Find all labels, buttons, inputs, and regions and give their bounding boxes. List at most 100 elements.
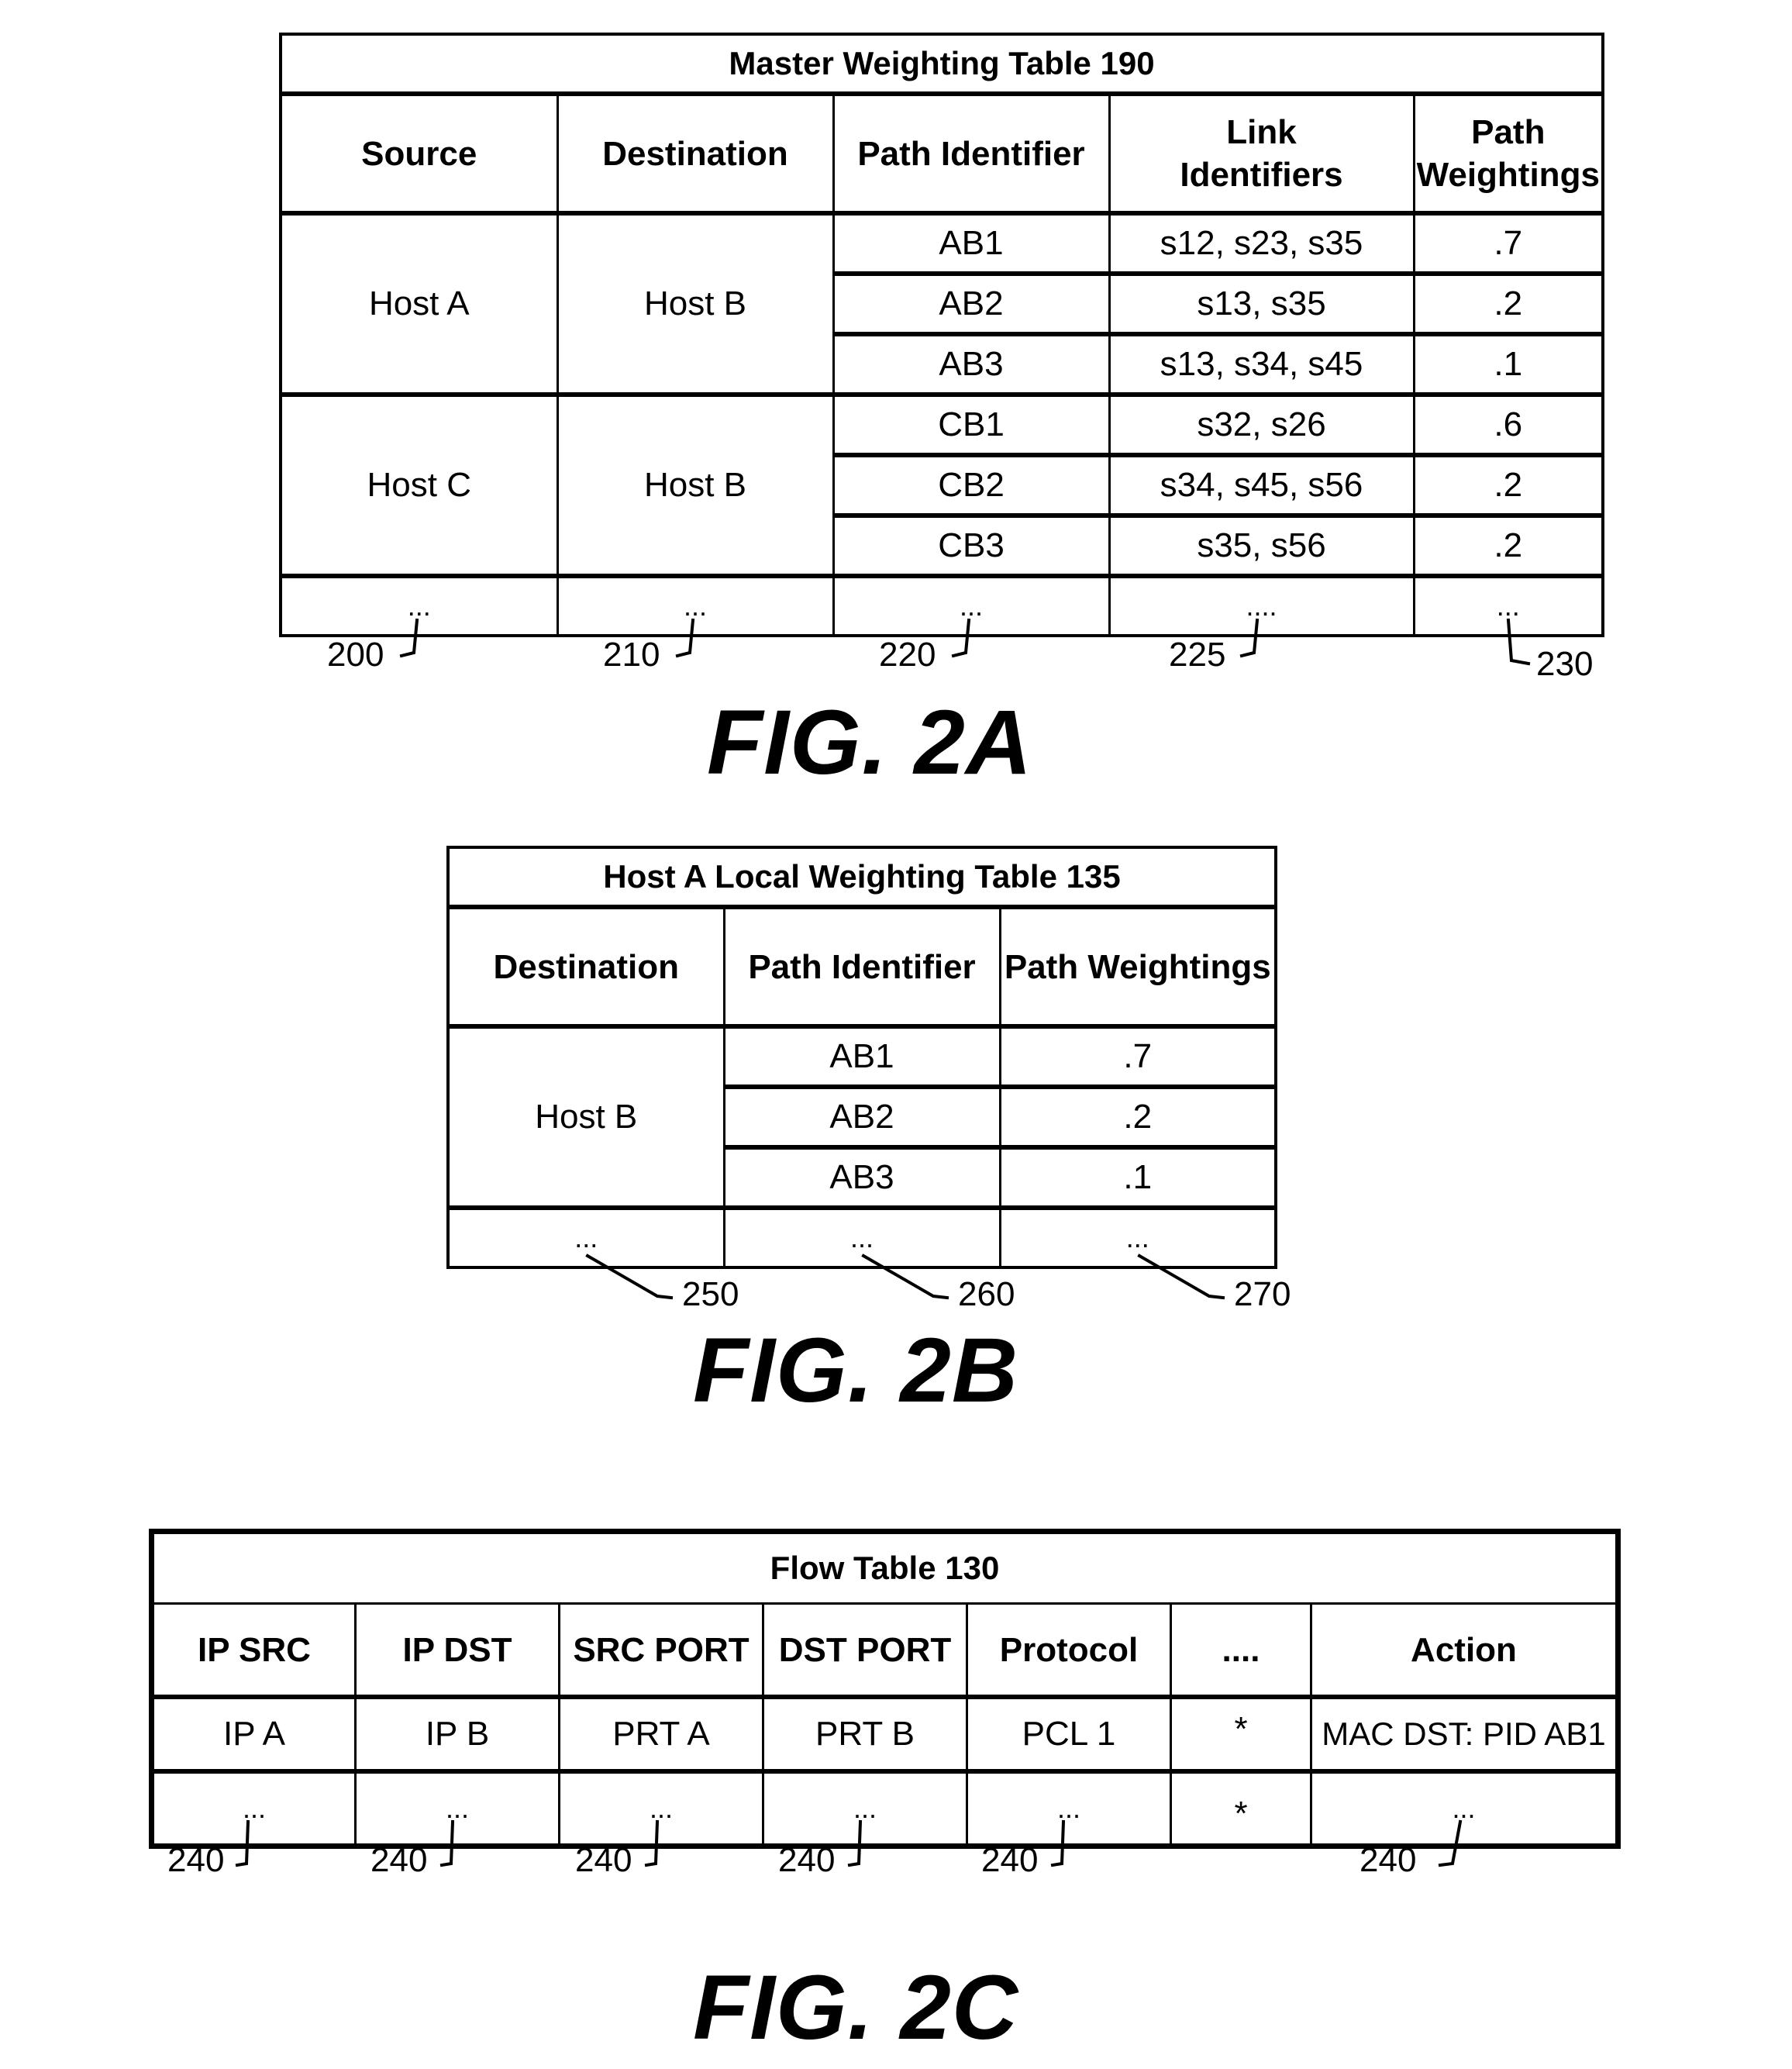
table-title: Master Weighting Table 190 — [279, 33, 1604, 96]
source-cell: Host C — [279, 393, 559, 578]
ip-dst-cell: IP B — [354, 1695, 560, 1774]
header-path-identifier: Path Identifier — [722, 905, 1001, 1029]
table-row: Host B AB1 .7 — [446, 1025, 1277, 1210]
ellipsis-cell: ... — [832, 574, 1111, 637]
weight-cell: .1 — [1412, 333, 1604, 397]
weight-cell: .2 — [1412, 453, 1604, 518]
action-cell: MAC DST: PID AB1 — [1310, 1695, 1619, 1774]
header-more: .... — [1170, 1602, 1312, 1699]
figure-caption-2c: FIG. 2C — [693, 1957, 1019, 2059]
ellipsis-cell: ... — [966, 1770, 1172, 1847]
header-line: Link — [1226, 113, 1297, 151]
weight-cell: .7 — [1412, 212, 1604, 276]
header-src-port: SRC PORT — [558, 1602, 764, 1699]
weight-cell: .7 — [998, 1025, 1277, 1089]
weight-cell: .1 — [998, 1146, 1277, 1210]
ref-numeral-230: 230 — [1536, 645, 1594, 683]
figure-caption-2b: FIG. 2B — [693, 1319, 1019, 1422]
header-line: Identifiers — [1180, 156, 1343, 194]
wildcard-cell: * — [1170, 1770, 1312, 1847]
ip-src-cell: IP A — [150, 1695, 357, 1774]
path-id-cell: AB3 — [832, 333, 1111, 397]
protocol-cell: PCL 1 — [966, 1695, 1172, 1774]
header-dst-port: DST PORT — [762, 1602, 968, 1699]
table-row: IP A IP B PRT A PRT B PCL 1 * MAC DST: P… — [150, 1695, 1619, 1774]
table-row-ellipsis: ... ... ... — [446, 1206, 1277, 1269]
table-row-ellipsis: ... ... ... .... ... — [279, 574, 1604, 637]
ellipsis-cell: ... — [354, 1770, 560, 1847]
ellipsis-cell: ... — [1310, 1770, 1619, 1847]
ref-numeral-240: 240 — [370, 1841, 428, 1879]
links-cell: s12, s23, s35 — [1108, 212, 1415, 276]
header-destination: Destination — [446, 905, 725, 1029]
ref-numeral-225: 225 — [1169, 636, 1226, 674]
header-source: Source — [279, 92, 559, 216]
path-id-cell: AB2 — [722, 1085, 1001, 1150]
ref-numeral-240: 240 — [575, 1841, 632, 1879]
ellipsis-cell: ... — [998, 1206, 1277, 1269]
host-a-local-weighting-table: Host A Local Weighting Table 135 Destina… — [446, 846, 1277, 1269]
links-cell: s13, s35 — [1108, 272, 1415, 336]
header-path-identifier: Path Identifier — [832, 92, 1111, 216]
wildcard-cell: * — [1170, 1695, 1312, 1774]
ellipsis-cell: ... — [279, 574, 559, 637]
ref-numeral-200: 200 — [327, 636, 384, 674]
ref-numeral-270: 270 — [1234, 1275, 1291, 1313]
header-path-weightings: Path Weightings — [998, 905, 1277, 1029]
path-id-cell: CB1 — [832, 393, 1111, 457]
header-line: Weightings — [1416, 156, 1600, 194]
path-id-cell: CB2 — [832, 453, 1111, 518]
source-cell: Host A — [279, 212, 559, 397]
destination-cell: Host B — [556, 393, 835, 578]
header-path-weightings: Path Weightings — [1412, 92, 1604, 216]
weight-cell: .2 — [1412, 514, 1604, 578]
ellipsis-cell: .... — [1108, 574, 1415, 637]
figure-caption-2a: FIG. 2A — [707, 691, 1033, 794]
ref-numeral-240: 240 — [778, 1841, 836, 1879]
ref-numeral-220: 220 — [879, 636, 936, 674]
ref-numeral-210: 210 — [603, 636, 660, 674]
path-id-cell: AB1 — [722, 1025, 1001, 1089]
destination-cell: Host B — [556, 212, 835, 397]
header-link-identifiers: Link Identifiers — [1108, 92, 1415, 216]
links-cell: s34, s45, s56 — [1108, 453, 1415, 518]
table-title: Host A Local Weighting Table 135 — [446, 846, 1277, 909]
header-destination: Destination — [556, 92, 835, 216]
header-ip-src: IP SRC — [150, 1602, 357, 1699]
links-cell: s35, s56 — [1108, 514, 1415, 578]
path-id-cell: AB2 — [832, 272, 1111, 336]
table-row: Host C Host B CB1 s32, s26 .6 — [279, 393, 1604, 578]
header-protocol: Protocol — [966, 1602, 1172, 1699]
weight-cell: .6 — [1412, 393, 1604, 457]
path-id-cell: AB3 — [722, 1146, 1001, 1210]
ref-numeral-260: 260 — [958, 1275, 1015, 1313]
src-port-cell: PRT A — [558, 1695, 764, 1774]
header-action: Action — [1310, 1602, 1619, 1699]
ref-numeral-250: 250 — [682, 1275, 739, 1313]
header-line: Path — [1471, 113, 1546, 151]
ellipsis-cell: ... — [558, 1770, 764, 1847]
links-cell: s13, s34, s45 — [1108, 333, 1415, 397]
ellipsis-cell: ... — [762, 1770, 968, 1847]
ellipsis-cell: ... — [556, 574, 835, 637]
links-cell: s32, s26 — [1108, 393, 1415, 457]
table-row-ellipsis: ... ... ... ... ... * ... — [150, 1770, 1619, 1847]
master-weighting-table: Master Weighting Table 190 Source Destin… — [279, 33, 1605, 637]
ellipsis-cell: ... — [446, 1206, 725, 1269]
table-row: Host A Host B AB1 s12, s23, s35 .7 — [279, 212, 1604, 397]
ref-numeral-240: 240 — [1360, 1841, 1417, 1879]
dst-port-cell: PRT B — [762, 1695, 968, 1774]
ref-numeral-240: 240 — [981, 1841, 1039, 1879]
ref-numeral-240: 240 — [167, 1841, 225, 1879]
ellipsis-cell: ... — [1412, 574, 1604, 637]
path-id-cell: CB3 — [832, 514, 1111, 578]
path-id-cell: AB1 — [832, 212, 1111, 276]
flow-table: Flow Table 130 IP SRC IP DST SRC PORT DS… — [149, 1529, 1621, 1849]
ellipsis-cell: ... — [150, 1770, 357, 1847]
weight-cell: .2 — [1412, 272, 1604, 336]
table-title: Flow Table 130 — [150, 1530, 1619, 1605]
destination-cell: Host B — [446, 1025, 725, 1210]
header-ip-dst: IP DST — [354, 1602, 560, 1699]
ellipsis-cell: ... — [722, 1206, 1001, 1269]
weight-cell: .2 — [998, 1085, 1277, 1150]
